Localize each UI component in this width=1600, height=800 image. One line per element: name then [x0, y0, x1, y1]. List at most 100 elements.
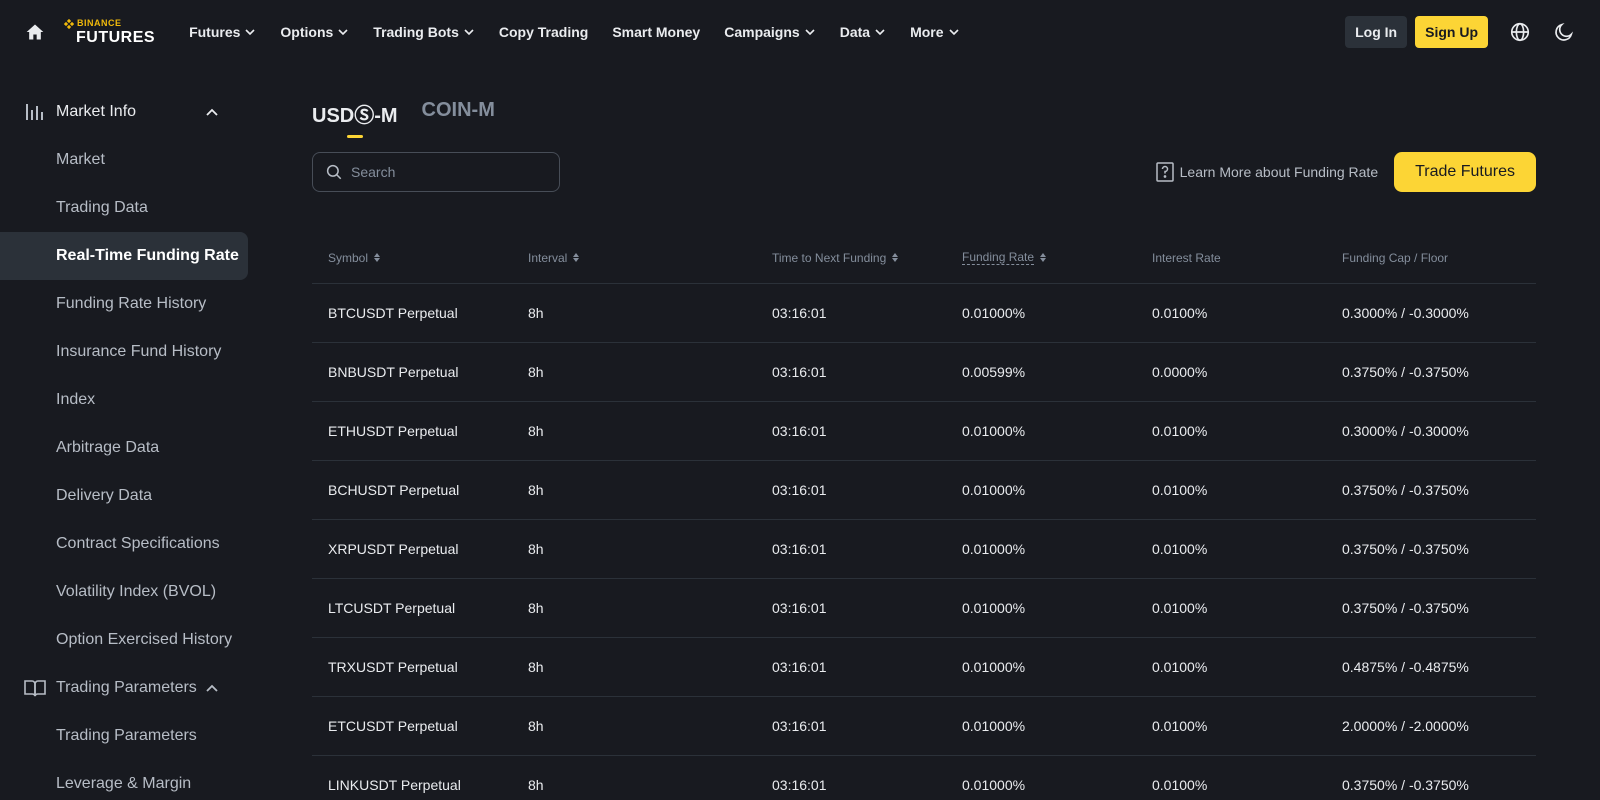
- nav-item-options[interactable]: Options: [268, 0, 361, 64]
- cell-time: 03:16:01: [772, 659, 827, 675]
- cell-time: 03:16:01: [772, 718, 827, 734]
- sidebar-item-index[interactable]: Index: [0, 376, 248, 424]
- cell-symbol[interactable]: XRPUSDT Perpetual: [312, 541, 512, 557]
- globe-icon[interactable]: [1508, 20, 1532, 44]
- sidebar-item-delivery-data[interactable]: Delivery Data: [0, 472, 248, 520]
- column-header-cap-floor: Funding Cap / Floor: [1326, 251, 1536, 265]
- sidebar-item-trading-data[interactable]: Trading Data: [0, 184, 248, 232]
- nav-item-label: Trading Bots: [373, 24, 459, 40]
- nav-item-futures[interactable]: Futures: [177, 0, 268, 64]
- cell-symbol[interactable]: LINKUSDT Perpetual: [312, 777, 512, 793]
- cell-interest: 0.0100%: [1152, 423, 1208, 439]
- nav-item-trading-bots[interactable]: Trading Bots: [361, 0, 487, 64]
- cell-interest: 0.0100%: [1152, 718, 1208, 734]
- tab-usds-m[interactable]: USDⓈ-M: [312, 88, 398, 128]
- chevron-up-icon: [206, 681, 220, 695]
- cell-cap: 0.3750% / -0.3750%: [1342, 600, 1469, 616]
- column-header-label: Time to Next Funding: [772, 250, 887, 265]
- nav-item-label: Data: [839, 24, 871, 40]
- cell-symbol[interactable]: BCHUSDT Perpetual: [312, 482, 512, 498]
- column-header-interest-rate: Interest Rate: [1136, 251, 1326, 265]
- table-row[interactable]: BTCUSDT Perpetual 8h 03:16:01 0.01000% 0.010…: [312, 284, 1536, 343]
- nav-item-copy-trading[interactable]: Copy Trading: [487, 0, 600, 64]
- column-header-label: Symbol: [328, 250, 369, 265]
- home-icon[interactable]: [24, 21, 46, 43]
- table-row[interactable]: ETHUSDT Perpetual 8h 03:16:01 0.01000% 0.010…: [312, 402, 1536, 461]
- sidebar-group-label: Market Info: [56, 103, 137, 120]
- column-header-symbol[interactable]: Symbol: [312, 251, 512, 265]
- cell-interval: 8h: [528, 659, 544, 675]
- sidebar-group-market-info[interactable]: Market Info: [0, 88, 248, 136]
- cell-funding: 0.01000%: [962, 482, 1026, 498]
- cell-interest: 0.0100%: [1152, 482, 1208, 498]
- cell-funding: 0.01000%: [962, 305, 1026, 321]
- logo-top-text: BINANCE: [77, 18, 122, 28]
- cell-time: 03:16:01: [772, 305, 827, 321]
- column-header-interval[interactable]: Interval: [512, 251, 756, 265]
- table-row[interactable]: TRXUSDT Perpetual 8h 03:16:01 0.01000% 0.010…: [312, 638, 1536, 697]
- nav-item-label: Smart Money: [612, 24, 701, 40]
- cell-time: 03:16:01: [772, 482, 827, 498]
- nav-item-campaigns[interactable]: Campaigns: [712, 0, 827, 64]
- cell-symbol[interactable]: TRXUSDT Perpetual: [312, 659, 512, 675]
- cell-symbol[interactable]: BTCUSDT Perpetual: [312, 305, 512, 321]
- nav-item-label: Futures: [189, 24, 241, 40]
- table-row[interactable]: BCHUSDT Perpetual 8h 03:16:01 0.01000% 0.010…: [312, 461, 1536, 520]
- column-header-funding-rate[interactable]: Funding Rate: [946, 250, 1136, 265]
- cell-funding: 0.01000%: [962, 423, 1026, 439]
- sidebar-item-trading-parameters[interactable]: Trading Parameters: [0, 712, 248, 760]
- sidebar-item-market[interactable]: Market: [0, 136, 248, 184]
- cell-symbol[interactable]: ETCUSDT Perpetual: [312, 718, 512, 734]
- sidebar-item-funding-rate-history[interactable]: Funding Rate History: [0, 280, 248, 328]
- cell-interval: 8h: [528, 482, 544, 498]
- column-header-time-to-next[interactable]: Time to Next Funding: [756, 251, 946, 265]
- table-row[interactable]: LINKUSDT Perpetual 8h 03:16:01 0.01000% 0.01…: [312, 756, 1536, 800]
- toolbar: Learn More about Funding Rate Trade Futu…: [312, 152, 1536, 192]
- cell-interest: 0.0100%: [1152, 305, 1208, 321]
- sidebar-item-volatility-index-bvol[interactable]: Volatility Index (BVOL): [0, 568, 248, 616]
- sidebar-item-option-exercised-history[interactable]: Option Exercised History: [0, 616, 248, 664]
- cell-cap: 0.3750% / -0.3750%: [1342, 541, 1469, 557]
- search-box[interactable]: [312, 152, 560, 192]
- cell-time: 03:16:01: [772, 541, 827, 557]
- cell-interest: 0.0100%: [1152, 600, 1208, 616]
- sidebar-item-contract-specifications[interactable]: Contract Specifications: [0, 520, 248, 568]
- cell-funding: 0.01000%: [962, 718, 1026, 734]
- table-row[interactable]: LTCUSDT Perpetual 8h 03:16:01 0.01000% 0.010…: [312, 579, 1536, 638]
- nav-item-more[interactable]: More: [898, 0, 971, 64]
- binance-futures-logo[interactable]: BINANCE FUTURES: [64, 18, 155, 46]
- nav-item-data[interactable]: Data: [828, 0, 898, 64]
- column-header-label: Funding Cap / Floor: [1342, 250, 1449, 265]
- cell-interval: 8h: [528, 541, 544, 557]
- tab-coin-m[interactable]: COIN-M: [422, 88, 495, 122]
- cell-symbol[interactable]: ETHUSDT Perpetual: [312, 423, 512, 439]
- learn-more-link[interactable]: Learn More about Funding Rate: [1155, 162, 1378, 182]
- top-header: BINANCE FUTURES Futures Options Trading Bo…: [0, 0, 1600, 64]
- cell-time: 03:16:01: [772, 423, 827, 439]
- moon-icon[interactable]: [1552, 20, 1576, 44]
- cell-symbol[interactable]: BNBUSDT Perpetual: [312, 364, 512, 380]
- cell-time: 03:16:01: [772, 777, 827, 793]
- sidebar-item-real-time-funding-rate[interactable]: Real-Time Funding Rate: [0, 232, 248, 280]
- cell-interest: 0.0100%: [1152, 777, 1208, 793]
- cell-symbol[interactable]: LTCUSDT Perpetual: [312, 600, 512, 616]
- nav-item-label: Campaigns: [724, 24, 800, 40]
- sidebar-item-leverage-margin[interactable]: Leverage & Margin: [0, 760, 248, 800]
- sidebar-item-insurance-fund-history[interactable]: Insurance Fund History: [0, 328, 248, 376]
- question-doc-icon: [1155, 162, 1174, 182]
- table-row[interactable]: ETCUSDT Perpetual 8h 03:16:01 0.01000% 0.010…: [312, 697, 1536, 756]
- sidebar-item-arbitrage-data[interactable]: Arbitrage Data: [0, 424, 248, 472]
- nav-item-label: More: [910, 24, 944, 40]
- margin-type-tabs: USDⓈ-M COIN-M: [312, 88, 1536, 132]
- sidebar-group-trading-parameters[interactable]: Trading Parameters: [0, 664, 248, 712]
- table-row[interactable]: XRPUSDT Perpetual 8h 03:16:01 0.01000% 0.010…: [312, 520, 1536, 579]
- login-button[interactable]: Log In: [1345, 16, 1408, 48]
- search-input[interactable]: [351, 164, 531, 180]
- sort-icon: [892, 253, 899, 262]
- signup-button[interactable]: Sign Up: [1415, 16, 1488, 48]
- cell-time: 03:16:01: [772, 600, 827, 616]
- trade-futures-button[interactable]: Trade Futures: [1394, 152, 1536, 192]
- nav-item-smart-money[interactable]: Smart Money: [600, 0, 712, 64]
- table-row[interactable]: BNBUSDT Perpetual 8h 03:16:01 0.00599% 0.000…: [312, 343, 1536, 402]
- cell-funding: 0.00599%: [962, 364, 1026, 380]
